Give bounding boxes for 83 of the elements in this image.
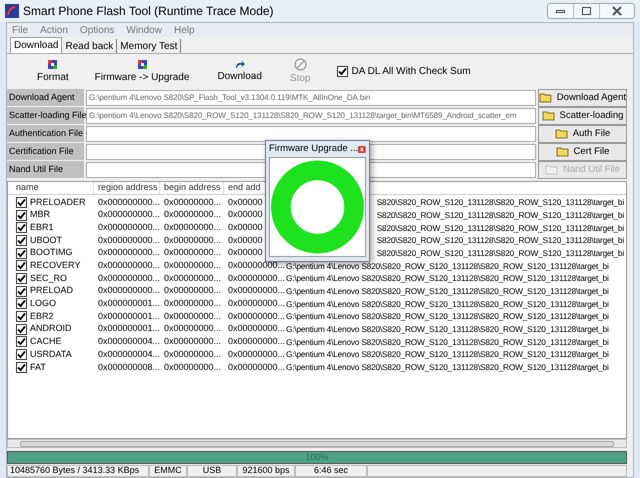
field-label: Scatter-loading File	[7, 107, 84, 125]
table-cell: 0x000000000...	[98, 247, 160, 258]
field-label: Download Agent	[7, 89, 84, 107]
table-cell: 0x00000000...	[164, 323, 222, 334]
table-cell: 0x000000001...	[98, 310, 160, 321]
table-cell: 0x00000	[228, 234, 263, 245]
table-cell: 0x00000000...	[228, 285, 286, 296]
status-field: 10485760 Bytes / 3413.33 KBps	[7, 465, 149, 477]
table-cell: G:\pentium 4\Lenovo S820\S820_ROW_S120_131128\S820_ROW_S120_131128\target_bi	[286, 348, 609, 361]
table-cell: 0x00000000...	[164, 272, 222, 283]
table-cell: G:\pentium 4\Lenovo S820\S820_ROW_S120_131128\S820_ROW_S120_131128\target_bi	[286, 310, 609, 323]
status-field: USB	[187, 465, 237, 477]
table-cell: 0x00000000...	[164, 285, 222, 296]
table-cell: 0x00000000...	[164, 260, 222, 270]
table-cell: 0x00000	[228, 247, 263, 258]
table-cell: G:\pentium 4\Lenovo S820\S820_ROW_S120_131128\S820_ROW_S120_131128\target_bi	[286, 298, 609, 310]
table-cell-text: SEC_RO	[30, 272, 68, 285]
field-label: Authentication File	[7, 125, 84, 143]
table-cell: G:\pentium 4\Lenovo S820\S820_ROW_S120_131128\S820_ROW_S120_131128\target_bi	[286, 336, 609, 348]
table-cell-text: UBOOT	[30, 234, 62, 247]
table-cell: 0x00000000...	[228, 310, 286, 321]
table-cell: 0x00000000...	[164, 348, 222, 359]
table-cell-text: BOOTIMG	[30, 246, 72, 260]
table-cell: G:\pentium 4\Lenovo S820\S820_ROW_S120_131128\S820_ROW_S120_131128\target_bi	[286, 260, 609, 272]
table-cell-text: MBR	[30, 208, 50, 222]
table-cell: 0x00000000...	[228, 272, 286, 283]
table-cell: 0x00000	[228, 222, 263, 232]
field-label: Certification File	[7, 143, 84, 161]
table-cell: S820\S820_ROW_S120_131128\S820_ROW_S120_131128\target_bi	[376, 222, 624, 234]
table-cell: 0x00000000...	[164, 222, 222, 232]
table-cell: S820\S820_ROW_S120_131128\S820_ROW_S120_131128\target_bi	[376, 246, 624, 260]
status-field: 921600 bps	[237, 465, 295, 477]
table-cell: S820\S820_ROW_S120_131128\S820_ROW_S120_131128\target_bi	[376, 234, 624, 247]
table-cell: G:\pentium 4\Lenovo S820\S820_ROW_S120_131128\S820_ROW_S120_131128\target_bi	[286, 323, 609, 336]
table-cell: 0x000000000...	[98, 222, 160, 232]
table-cell: 0x000000000...	[98, 234, 160, 245]
checkbox-label: DA DL All With Check Sum	[352, 65, 471, 79]
table-cell: 0x000000004...	[98, 336, 160, 346]
window-title: Smart Phone Flash Tool (Runtime Trace Mode)	[23, 3, 274, 20]
table-cell: 0x00000000...	[228, 348, 286, 359]
dialog-title: Firmware Upgrade ...	[269, 142, 358, 156]
table-cell: 0x000000000...	[98, 209, 160, 220]
table-cell: 0x00000000...	[228, 336, 286, 346]
status-field: 6:46 sec	[295, 465, 367, 477]
table-cell: 0x000000004...	[98, 348, 160, 359]
table-cell: 0x00000000...	[164, 298, 222, 308]
table-cell: 0x000000001...	[98, 323, 160, 334]
table-cell: 0x00000000...	[164, 336, 222, 346]
table-cell: S820\S820_ROW_S120_131128\S820_ROW_S120_131128\target_bi	[376, 208, 624, 222]
table-cell: 0x00000000...	[164, 234, 222, 245]
table-cell: 0x000000001...	[98, 298, 160, 308]
table-cell: 0x00000000...	[228, 260, 286, 270]
table-cell: 0x00000	[228, 209, 263, 220]
table-cell-text: USRDATA	[30, 348, 72, 361]
table-cell-text: LOGO	[30, 297, 56, 310]
table-cell-text: ANDROID	[30, 322, 72, 336]
table-cell-text: PRELOAD	[30, 284, 74, 298]
table-cell: 0x00000000...	[164, 310, 222, 321]
table-cell: 0x00000000...	[164, 209, 222, 220]
table-cell: 0x00000000...	[228, 298, 286, 308]
field-label: Nand Util File	[7, 161, 84, 179]
table-cell-text: RECOVERY	[30, 259, 80, 272]
table-cell: S820\S820_ROW_S120_131128\S820_ROW_S120_131128\target_bi	[376, 196, 624, 209]
table-cell: G:\pentium 4\Lenovo S820\S820_ROW_S120_131128\S820_ROW_S120_131128\target_bi	[286, 284, 609, 298]
table-cell: 0x00000000...	[228, 362, 286, 372]
table-cell: 0x00000000...	[164, 362, 222, 372]
table-cell: 0x000000000...	[98, 260, 160, 270]
table-cell-text: PRELOADER	[30, 196, 86, 209]
table-cell: 0x00000000...	[164, 247, 222, 258]
table-cell: 0x000000000...	[98, 272, 160, 283]
table-cell: 0x00000	[228, 196, 263, 207]
table-cell: 0x00000000...	[164, 196, 222, 207]
table-cell: 0x000000000...	[98, 196, 160, 207]
table-cell: 0x000000000...	[98, 285, 160, 296]
table-cell: 0x000000008...	[98, 362, 160, 372]
status-field: EMMC	[149, 465, 187, 477]
table-cell: 0x00000000...	[228, 323, 286, 334]
table-cell: G:\pentium 4\Lenovo S820\S820_ROW_S120_131128\S820_ROW_S120_131128\target_bi	[286, 361, 609, 374]
table-cell: G:\pentium 4\Lenovo S820\S820_ROW_S120_131128\S820_ROW_S120_131128\target_bi	[286, 272, 609, 285]
table-cell-text: EBR1	[30, 220, 54, 234]
table-cell-text: EBR2	[30, 310, 54, 323]
table-cell-text: CACHE	[30, 335, 62, 348]
table-cell-text: FAT	[30, 360, 46, 374]
